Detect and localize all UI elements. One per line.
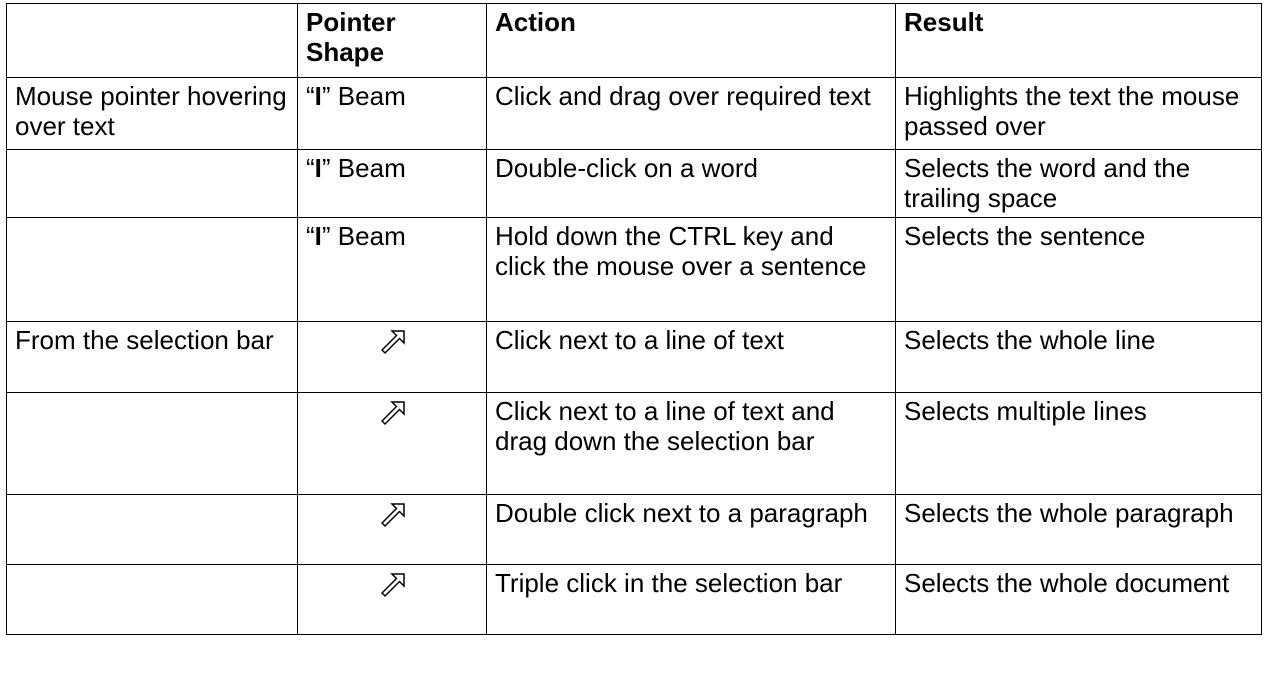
table-row: Click next to a line of text and drag do… xyxy=(6,392,1262,495)
header-cell-pointer-shape: Pointer Shape xyxy=(297,3,487,78)
location-cell: From the selection bar xyxy=(6,321,298,393)
action-cell: Double-click on a word xyxy=(486,149,896,218)
result-cell: Selects the whole line xyxy=(895,321,1262,393)
action-cell: Click next to a line of text xyxy=(486,321,896,393)
result-cell: Selects multiple lines xyxy=(895,392,1262,495)
ibeam-letter: I xyxy=(314,221,322,251)
selection-arrow-icon xyxy=(380,573,405,598)
location-cell xyxy=(6,564,298,635)
close-quote: ” xyxy=(321,221,331,251)
action-cell: Click next to a line of text and drag do… xyxy=(486,392,896,495)
open-quote: “ xyxy=(306,153,315,183)
open-quote: “ xyxy=(306,81,315,111)
open-quote: “ xyxy=(306,221,315,251)
selection-arrow-icon xyxy=(380,330,405,355)
table-header-row: Pointer Shape Action Result xyxy=(6,3,1262,78)
table-row: Mouse pointer hovering over text “I” Bea… xyxy=(6,77,1262,150)
pointer-shape-cell: “I” Beam xyxy=(297,77,487,150)
result-cell: Highlights the text the mouse passed ove… xyxy=(895,77,1262,150)
ibeam-letter: I xyxy=(314,81,322,111)
selection-arrow-icon xyxy=(380,503,405,528)
result-cell: Selects the whole paragraph xyxy=(895,494,1262,565)
table-row: “I” Beam Hold down the CTRL key and clic… xyxy=(6,217,1262,322)
header-cell-action: Action xyxy=(486,3,896,78)
pointer-shape-cell xyxy=(297,321,487,393)
table-row: “I” Beam Double-click on a word Selects … xyxy=(6,149,1262,218)
ibeam-letter: I xyxy=(314,153,322,183)
pointer-shape-word: Beam xyxy=(330,221,406,251)
pointer-shape-cell: “I” Beam xyxy=(297,217,487,322)
pointer-shape-cell xyxy=(297,494,487,565)
result-cell: Selects the whole document xyxy=(895,564,1262,635)
close-quote: ” xyxy=(321,153,331,183)
location-cell xyxy=(6,149,298,218)
selection-arrow-icon xyxy=(380,401,405,426)
location-cell xyxy=(6,494,298,565)
pointer-shape-cell: “I” Beam xyxy=(297,149,487,218)
close-quote: ” xyxy=(321,81,331,111)
action-cell: Triple click in the selection bar xyxy=(486,564,896,635)
action-cell: Hold down the CTRL key and click the mou… xyxy=(486,217,896,322)
pointer-shape-word: Beam xyxy=(330,81,406,111)
table-row: From the selection bar Click next to a l… xyxy=(6,321,1262,393)
result-cell: Selects the sentence xyxy=(895,217,1262,322)
location-cell xyxy=(6,392,298,495)
table-row: Double click next to a paragraph Selects… xyxy=(6,494,1262,565)
header-cell-result: Result xyxy=(895,3,1262,78)
action-cell: Click and drag over required text xyxy=(486,77,896,150)
pointer-shape-cell xyxy=(297,392,487,495)
pointer-shape-cell xyxy=(297,564,487,635)
header-cell-empty xyxy=(6,3,298,78)
table-row: Triple click in the selection bar Select… xyxy=(6,564,1262,635)
pointer-shape-word: Beam xyxy=(330,153,406,183)
location-cell xyxy=(6,217,298,322)
location-cell: Mouse pointer hovering over text xyxy=(6,77,298,150)
pointer-actions-table: Pointer Shape Action Result Mouse pointe… xyxy=(6,3,1262,635)
result-cell: Selects the word and the trailing space xyxy=(895,149,1262,218)
action-cell: Double click next to a paragraph xyxy=(486,494,896,565)
